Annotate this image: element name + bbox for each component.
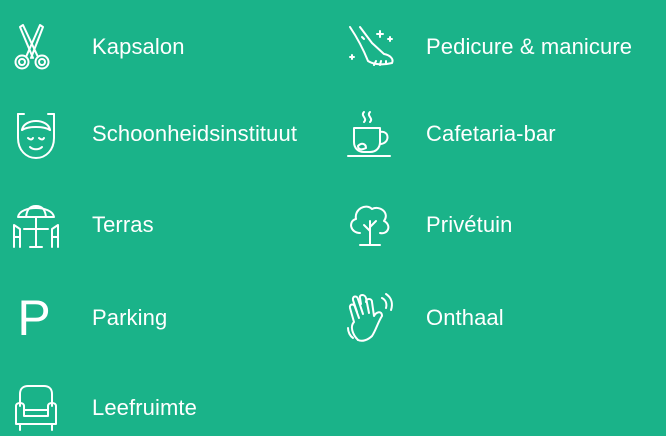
- facility-label: Pedicure & manicure: [426, 34, 633, 59]
- facility-label: Kapsalon: [92, 34, 185, 59]
- scissors-icon: [8, 19, 64, 75]
- tree-icon: [342, 197, 398, 253]
- armchair-icon: [8, 380, 64, 436]
- facility-label: Parking: [92, 305, 168, 330]
- facility-pedicure-manicure: Pedicure & manicure: [342, 19, 632, 75]
- facility-leefruimte: Leefruimte: [8, 380, 197, 436]
- facility-label: Cafetaria-bar: [426, 121, 556, 146]
- parasol-table-icon: [8, 197, 64, 253]
- waving-hand-icon: [342, 290, 398, 346]
- coffee-cup-icon: [342, 106, 398, 162]
- facility-label: Terras: [92, 212, 154, 237]
- face-mask-icon: [8, 106, 64, 162]
- facility-privetuin: Privétuin: [342, 197, 513, 253]
- facility-label: Schoonheidsinstituut: [92, 121, 298, 146]
- facility-terras: Terras: [8, 197, 154, 253]
- parking-icon: P: [17, 290, 51, 346]
- facility-onthaal: Onthaal: [342, 290, 504, 346]
- facility-cafetaria-bar: Cafetaria-bar: [342, 106, 556, 162]
- facility-parking: P Parking: [8, 290, 167, 346]
- facility-schoonheidsinstituut: Schoonheidsinstituut: [8, 106, 297, 162]
- facility-kapsalon: Kapsalon: [8, 19, 185, 75]
- facility-label: Privétuin: [426, 212, 513, 237]
- foot-care-icon: [342, 19, 398, 75]
- facility-label: Onthaal: [426, 305, 504, 330]
- facility-label: Leefruimte: [92, 395, 197, 420]
